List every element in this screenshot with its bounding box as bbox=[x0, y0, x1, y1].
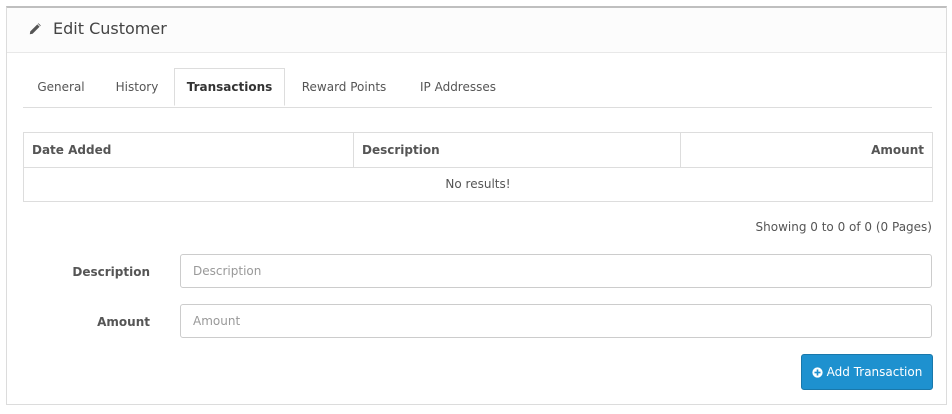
column-date-added[interactable]: Date Added bbox=[24, 133, 354, 167]
description-label: Description bbox=[72, 265, 150, 279]
column-description[interactable]: Description bbox=[354, 133, 681, 167]
tab-reward-points[interactable]: Reward Points bbox=[293, 68, 395, 106]
table-header: Date Added Description Amount bbox=[24, 133, 932, 168]
amount-label: Amount bbox=[97, 315, 150, 329]
amount-input[interactable] bbox=[180, 304, 932, 338]
tab-bar: General History Transactions Reward Poin… bbox=[23, 68, 932, 108]
pencil-icon bbox=[29, 23, 41, 35]
pagination-summary: Showing 0 to 0 of 0 (0 Pages) bbox=[755, 220, 932, 234]
tab-ip-addresses[interactable]: IP Addresses bbox=[405, 68, 511, 106]
plus-circle-icon bbox=[812, 366, 823, 378]
page-title: Edit Customer bbox=[53, 19, 167, 38]
transactions-table: Date Added Description Amount No results… bbox=[23, 132, 933, 202]
description-input[interactable] bbox=[180, 254, 932, 288]
column-amount[interactable]: Amount bbox=[681, 133, 932, 167]
add-transaction-label: Add Transaction bbox=[826, 365, 923, 379]
tab-transactions[interactable]: Transactions bbox=[174, 68, 285, 106]
tab-history[interactable]: History bbox=[105, 68, 169, 106]
no-results-message: No results! bbox=[445, 177, 511, 191]
panel-heading: Edit Customer bbox=[7, 8, 946, 53]
customer-panel: Edit Customer General History Transactio… bbox=[6, 6, 947, 405]
add-transaction-button[interactable]: Add Transaction bbox=[801, 354, 933, 390]
tab-general[interactable]: General bbox=[23, 68, 99, 106]
